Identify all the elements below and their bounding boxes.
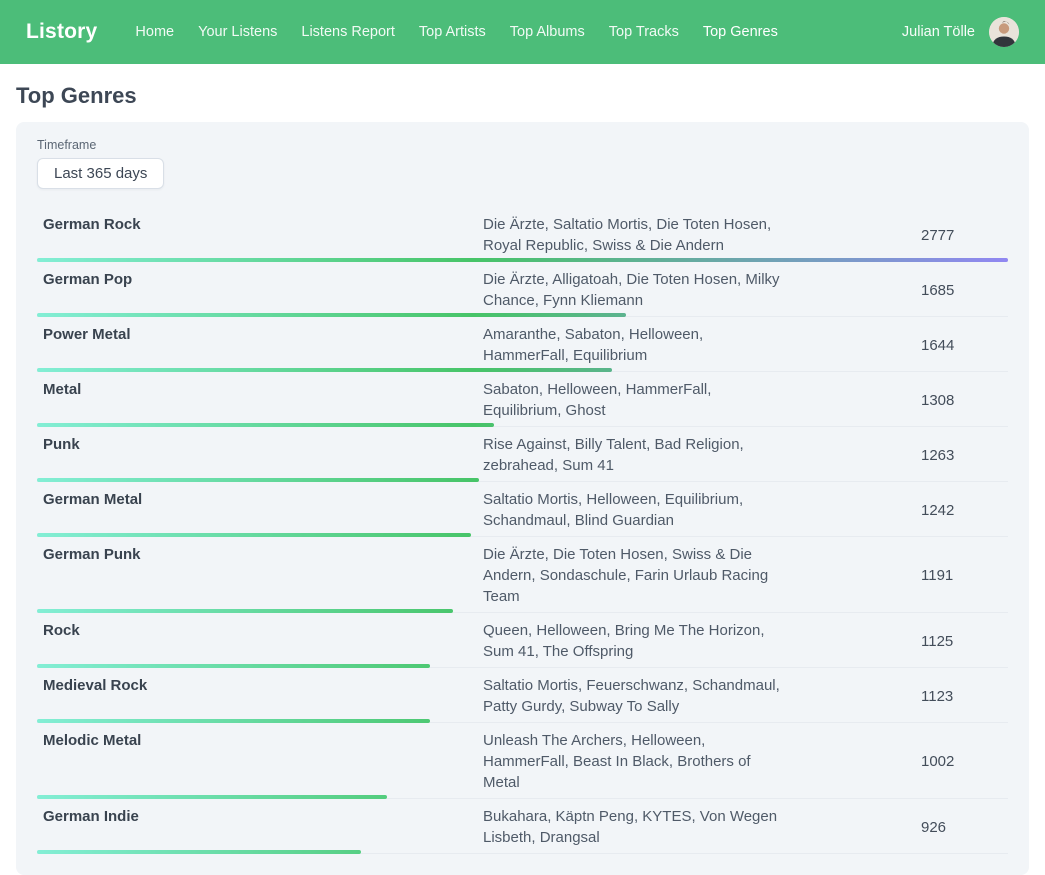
genre-bar: [37, 368, 612, 372]
genre-name: Medieval Rock: [37, 675, 483, 696]
main-nav: Home Your Listens Listens Report Top Artist…: [135, 24, 901, 40]
genre-bar: [37, 609, 453, 613]
genre-name: Melodic Metal: [37, 730, 483, 751]
main-content: Top Genres Timeframe Last 365 days Germa…: [0, 83, 1045, 875]
user-avatar[interactable]: [989, 17, 1019, 47]
genre-bar: [37, 850, 361, 854]
genre-bar: [37, 258, 1008, 262]
genre-row: German Pop Die Ärzte, Alligatoah, Die To…: [37, 262, 1008, 317]
genre-row-content: Melodic Metal Unleash The Archers, Hello…: [37, 730, 1008, 793]
genre-bar-track: [37, 533, 1008, 537]
genre-row-content: German Metal Saltatio Mortis, Helloween,…: [37, 489, 1008, 531]
genre-artists: Sabaton, Helloween, HammerFall, Equilibr…: [483, 379, 789, 421]
genre-row-content: Medieval Rock Saltatio Mortis, Feuerschw…: [37, 675, 1008, 717]
genre-bar: [37, 533, 471, 537]
genre-artists: Die Ärzte, Alligatoah, Die Toten Hosen, …: [483, 269, 789, 311]
genre-name: Punk: [37, 434, 483, 455]
genre-bar-track: [37, 423, 1008, 427]
genre-bar: [37, 423, 494, 427]
top-genres-card: Timeframe Last 365 days German Rock Die …: [16, 122, 1029, 875]
genre-bar-track: [37, 368, 1008, 372]
genre-name: German Rock: [37, 214, 483, 235]
genre-count: 1263: [789, 445, 1008, 466]
genre-table: German Rock Die Ärzte, Saltatio Mortis, …: [37, 207, 1008, 854]
genre-bar: [37, 313, 626, 317]
page-title: Top Genres: [16, 83, 1029, 109]
genre-row-content: Punk Rise Against, Billy Talent, Bad Rel…: [37, 434, 1008, 476]
genre-artists: Saltatio Mortis, Feuerschwanz, Schandmau…: [483, 675, 789, 717]
timeframe-select[interactable]: Last 365 days: [37, 158, 164, 189]
genre-count: 926: [789, 817, 1008, 838]
genre-count: 1644: [789, 335, 1008, 356]
genre-row: German Metal Saltatio Mortis, Helloween,…: [37, 482, 1008, 537]
genre-row: Melodic Metal Unleash The Archers, Hello…: [37, 723, 1008, 799]
nav-item-home[interactable]: Home: [135, 24, 174, 40]
nav-item-top-genres[interactable]: Top Genres: [703, 24, 778, 40]
genre-artists: Rise Against, Billy Talent, Bad Religion…: [483, 434, 789, 476]
genre-count: 1002: [789, 751, 1008, 772]
genre-count: 1685: [789, 280, 1008, 301]
user-name[interactable]: Julian Tölle: [902, 24, 975, 40]
genre-row: Punk Rise Against, Billy Talent, Bad Rel…: [37, 427, 1008, 482]
genre-bar: [37, 664, 430, 668]
genre-artists: Bukahara, Käptn Peng, KYTES, Von Wegen L…: [483, 806, 789, 848]
nav-item-top-artists[interactable]: Top Artists: [419, 24, 486, 40]
genre-artists: Die Ärzte, Die Toten Hosen, Swiss & Die …: [483, 544, 789, 607]
genre-count: 1123: [789, 686, 1008, 707]
genre-name: Rock: [37, 620, 483, 641]
genre-name: Metal: [37, 379, 483, 400]
nav-item-top-tracks[interactable]: Top Tracks: [609, 24, 679, 40]
genre-bar-track: [37, 258, 1008, 262]
nav-item-your-listens[interactable]: Your Listens: [198, 24, 277, 40]
genre-artists: Queen, Helloween, Bring Me The Horizon, …: [483, 620, 789, 662]
timeframe-filter: Timeframe Last 365 days: [37, 138, 1008, 189]
genre-row-content: Power Metal Amaranthe, Sabaton, Hellowee…: [37, 324, 1008, 366]
genre-bar-track: [37, 850, 1008, 854]
genre-bar-track: [37, 719, 1008, 723]
user-photo-icon: [989, 17, 1019, 47]
navbar: Listory Home Your Listens Listens Report To…: [0, 0, 1045, 64]
genre-artists: Amaranthe, Sabaton, Helloween, HammerFal…: [483, 324, 789, 366]
genre-count: 1125: [789, 631, 1008, 652]
genre-bar: [37, 719, 430, 723]
genre-artists: Unleash The Archers, Helloween, HammerFa…: [483, 730, 789, 793]
genre-row-content: Metal Sabaton, Helloween, HammerFall, Eq…: [37, 379, 1008, 421]
genre-bar-track: [37, 609, 1008, 613]
genre-row-content: German Pop Die Ärzte, Alligatoah, Die To…: [37, 269, 1008, 311]
timeframe-label: Timeframe: [37, 138, 1008, 152]
genre-row-content: Rock Queen, Helloween, Bring Me The Hori…: [37, 620, 1008, 662]
genre-row: Rock Queen, Helloween, Bring Me The Hori…: [37, 613, 1008, 668]
genre-row: German Rock Die Ärzte, Saltatio Mortis, …: [37, 207, 1008, 262]
genre-bar: [37, 478, 479, 482]
nav-item-top-albums[interactable]: Top Albums: [510, 24, 585, 40]
genre-row: German Punk Die Ärzte, Die Toten Hosen, …: [37, 537, 1008, 613]
genre-row: German Indie Bukahara, Käptn Peng, KYTES…: [37, 799, 1008, 854]
genre-row-content: German Rock Die Ärzte, Saltatio Mortis, …: [37, 214, 1008, 256]
genre-bar-track: [37, 478, 1008, 482]
genre-count: 1191: [789, 565, 1008, 586]
genre-count: 2777: [789, 225, 1008, 246]
genre-bar-track: [37, 313, 1008, 317]
genre-row: Metal Sabaton, Helloween, HammerFall, Eq…: [37, 372, 1008, 427]
genre-count: 1242: [789, 500, 1008, 521]
genre-name: German Metal: [37, 489, 483, 510]
genre-artists: Die Ärzte, Saltatio Mortis, Die Toten Ho…: [483, 214, 789, 256]
genre-name: German Punk: [37, 544, 483, 565]
genre-artists: Saltatio Mortis, Helloween, Equilibrium,…: [483, 489, 789, 531]
genre-name: German Indie: [37, 806, 483, 827]
genre-count: 1308: [789, 390, 1008, 411]
genre-row: Power Metal Amaranthe, Sabaton, Hellowee…: [37, 317, 1008, 372]
genre-bar-track: [37, 664, 1008, 668]
genre-row-content: German Punk Die Ärzte, Die Toten Hosen, …: [37, 544, 1008, 607]
genre-row-content: German Indie Bukahara, Käptn Peng, KYTES…: [37, 806, 1008, 848]
genre-row: Medieval Rock Saltatio Mortis, Feuerschw…: [37, 668, 1008, 723]
navbar-user-area: Julian Tölle: [902, 17, 1019, 47]
genre-name: Power Metal: [37, 324, 483, 345]
genre-name: German Pop: [37, 269, 483, 290]
nav-item-listens-report[interactable]: Listens Report: [301, 24, 395, 40]
app-logo[interactable]: Listory: [26, 20, 97, 44]
